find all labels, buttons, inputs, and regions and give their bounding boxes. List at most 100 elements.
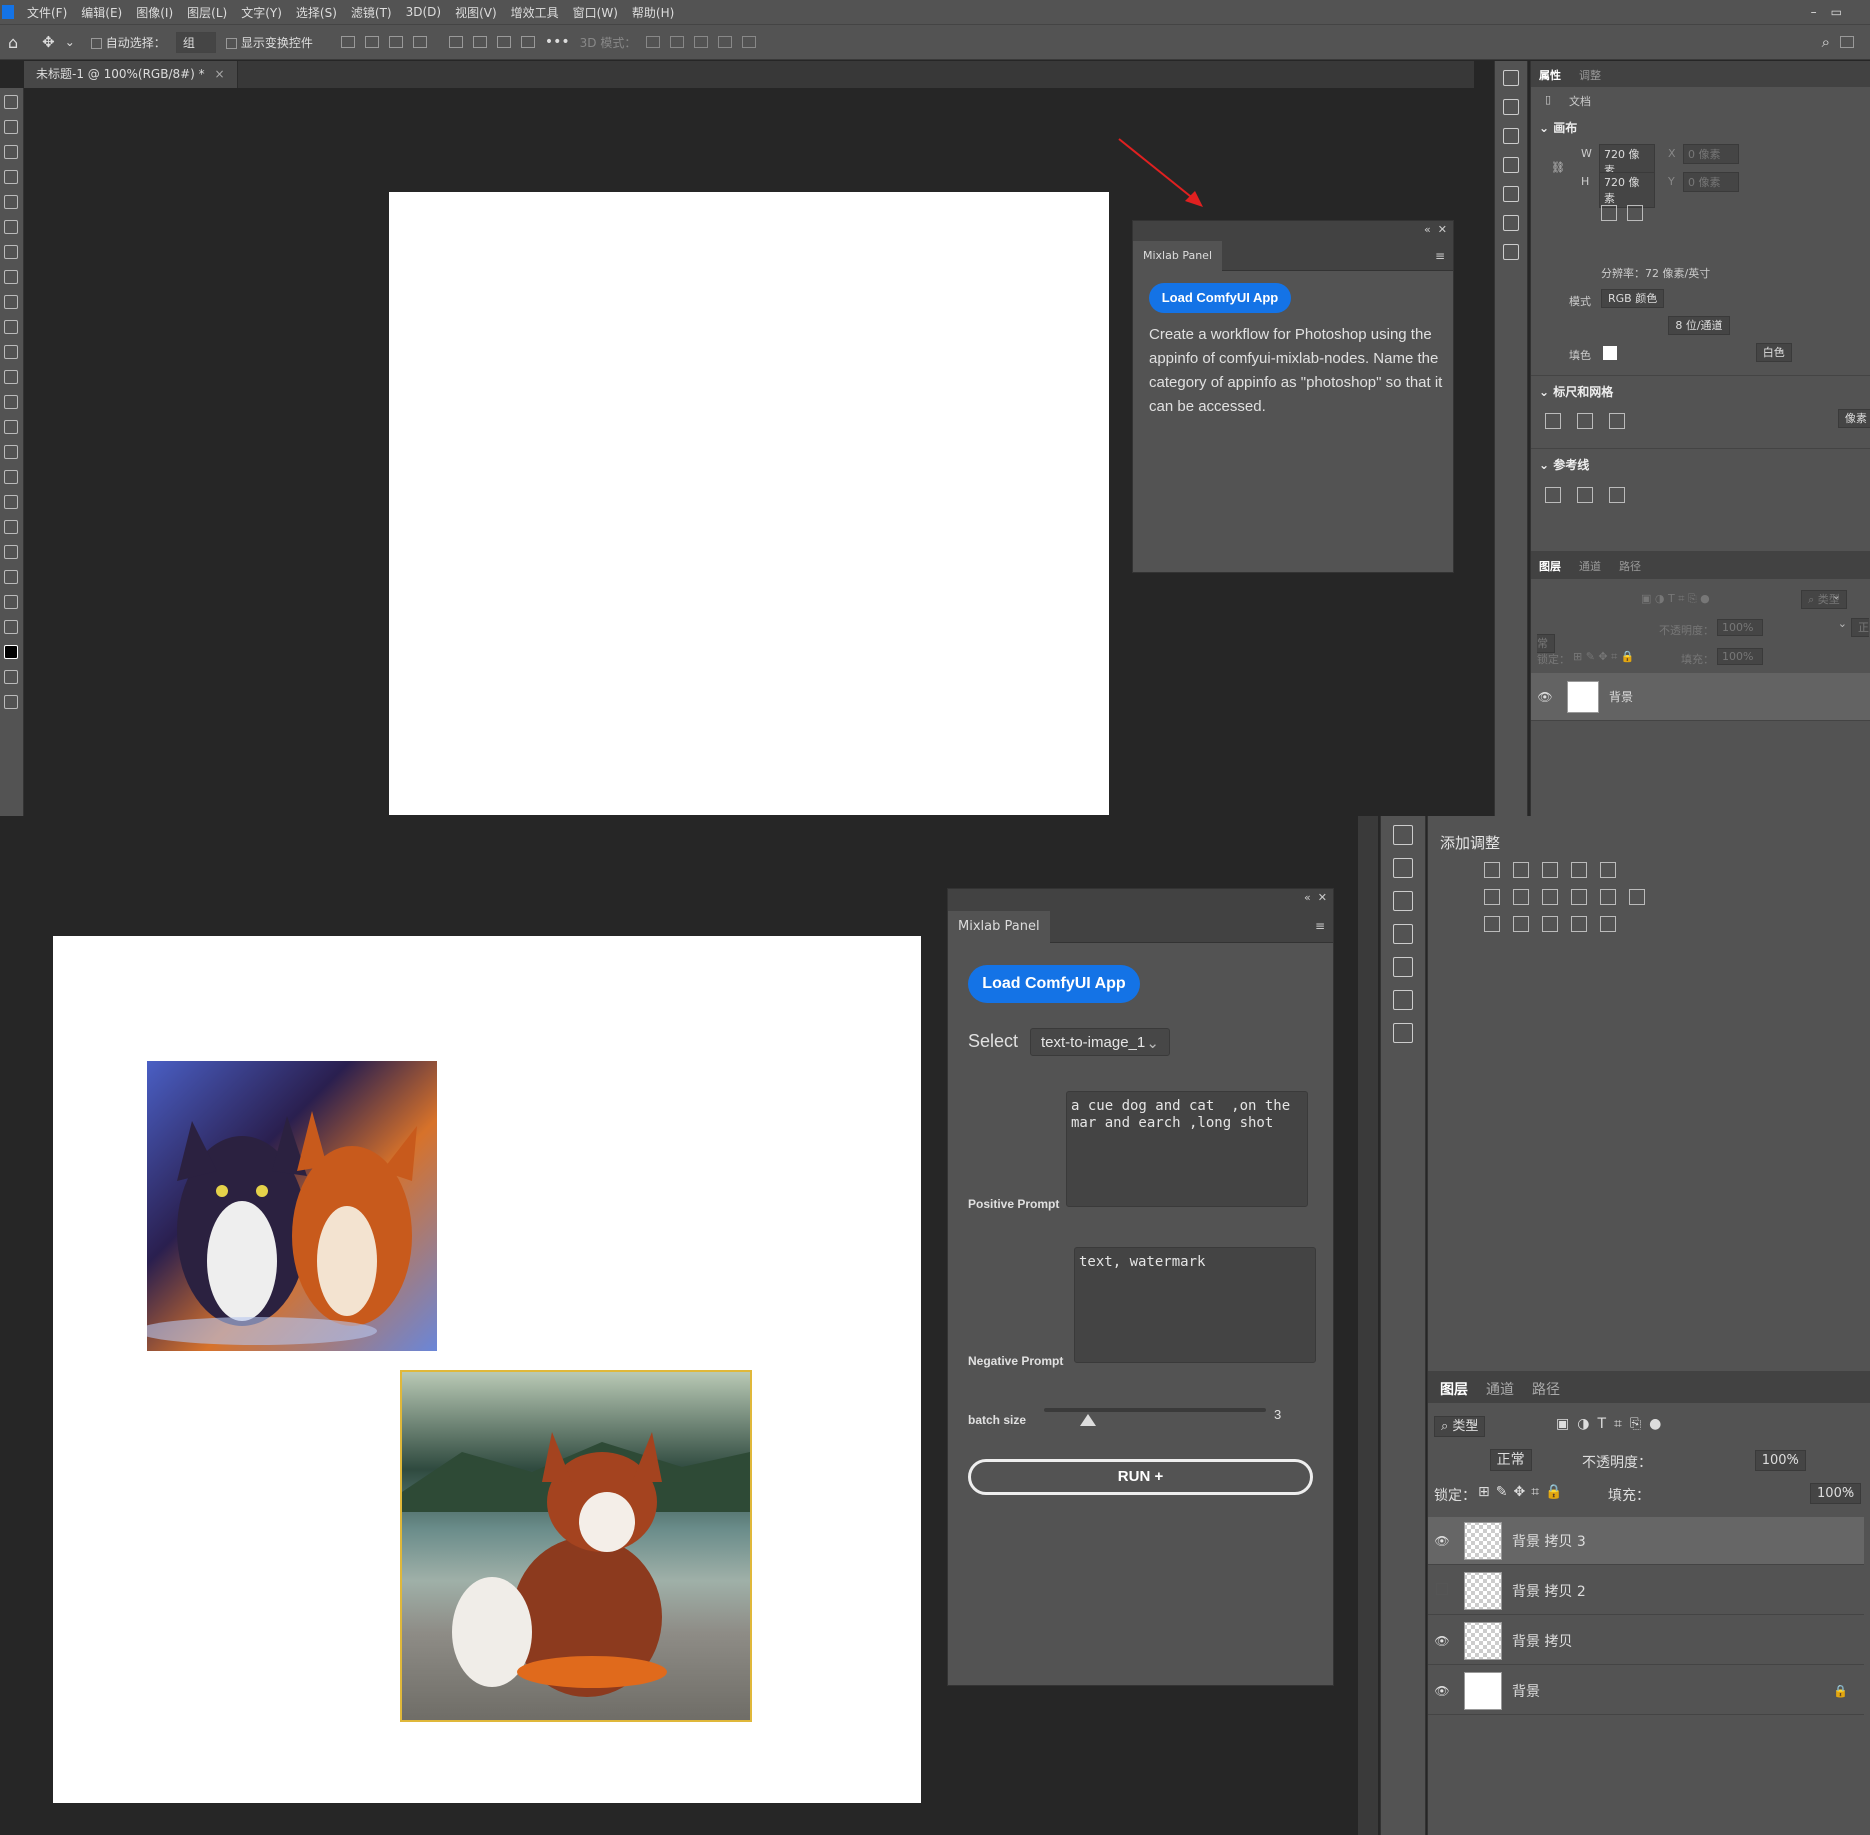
layer-row[interactable]: 👁 背景 🔒: [1428, 1667, 1864, 1715]
guides-grid-icon[interactable]: [1577, 487, 1593, 503]
collapse-close-icon[interactable]: « ✕: [1424, 223, 1447, 236]
shape-tool-icon[interactable]: [4, 545, 18, 559]
rulers-section-title[interactable]: ⌄ 标尺和网格: [1539, 383, 1613, 400]
tab-properties[interactable]: 属性: [1539, 67, 1561, 83]
layer-filter-dropdown[interactable]: ⌕ 类型: [1801, 590, 1847, 609]
workspace-icon[interactable]: [1840, 36, 1854, 48]
tab-channels[interactable]: 通道: [1486, 1379, 1514, 1399]
distribute-icon[interactable]: [412, 36, 427, 48]
brush-tool-icon[interactable]: [4, 295, 18, 309]
document-canvas[interactable]: [389, 192, 1109, 815]
home-icon[interactable]: ⌂: [8, 33, 18, 52]
batch-size-slider-thumb[interactable]: [1080, 1414, 1097, 1426]
eye-icon[interactable]: 👁: [1428, 1684, 1456, 1698]
eye-icon[interactable]: 👁: [1428, 1534, 1456, 1548]
bits-dropdown[interactable]: 8 位/通道: [1668, 316, 1730, 335]
menu-3d[interactable]: 3D(D): [399, 5, 448, 19]
screen-mode-icon[interactable]: [4, 695, 18, 709]
document-tab[interactable]: 未标题-1 @ 100%(RGB/8#) * ×: [24, 61, 238, 88]
3d-cube-icon[interactable]: [1503, 215, 1519, 231]
magic-wand-tool-icon[interactable]: [4, 170, 18, 184]
crop-tool-icon[interactable]: [4, 195, 18, 209]
eye-icon[interactable]: 👁: [1428, 1634, 1456, 1648]
generated-image-cats[interactable]: [137, 1061, 437, 1351]
menu-layer[interactable]: 图层(L): [180, 4, 234, 21]
layer-row[interactable]: 👁 背景 拷贝: [1428, 1617, 1864, 1665]
zoom-tool-icon[interactable]: [4, 595, 18, 609]
tab-paths[interactable]: 路径: [1619, 558, 1641, 574]
align-left-icon[interactable]: [340, 36, 355, 48]
photo-filter-icon[interactable]: [1571, 889, 1587, 905]
3d-slide-icon[interactable]: [718, 36, 733, 48]
stamp-tool-icon[interactable]: [4, 320, 18, 334]
lock-icons[interactable]: ⊞✎✥⌗🔒: [1478, 1484, 1569, 1500]
menu-edit[interactable]: 编辑(E): [74, 4, 129, 21]
edit-toolbar-icon[interactable]: [4, 620, 18, 634]
3d-roll-icon[interactable]: [670, 36, 685, 48]
levels-icon[interactable]: [1513, 862, 1529, 878]
menu-select[interactable]: 选择(S): [289, 4, 344, 21]
fill-dropdown[interactable]: 白色: [1755, 343, 1792, 362]
grid-icon[interactable]: [1577, 413, 1593, 429]
hue-saturation-icon[interactable]: [1484, 889, 1500, 905]
marquee-tool-icon[interactable]: [4, 120, 18, 134]
layer-row[interactable]: 👁 背景: [1531, 673, 1870, 721]
path-select-tool-icon[interactable]: [4, 520, 18, 534]
layer-filter-icons[interactable]: ▣ ◑ T ⌗ ⎘ ●: [1641, 592, 1710, 606]
menu-window[interactable]: 窗口(W): [566, 4, 625, 21]
mode-dropdown[interactable]: RGB 颜色: [1601, 289, 1665, 308]
lock-icons[interactable]: ⊞ ✎ ✥ ⌗ 🔒: [1573, 650, 1635, 664]
menu-file[interactable]: 文件(F): [20, 4, 74, 21]
batch-size-slider[interactable]: [1044, 1408, 1266, 1426]
load-comfyui-app-button[interactable]: Load ComfyUI App: [1149, 283, 1291, 313]
tool-presets-icon[interactable]: [1393, 891, 1413, 911]
align-top-icon[interactable]: [448, 36, 463, 48]
paint-bucket-tool-icon[interactable]: [4, 395, 18, 409]
posterize-icon[interactable]: [1513, 916, 1529, 932]
canvas-section-title[interactable]: ⌄ 画布: [1539, 119, 1577, 136]
character-icon[interactable]: [1393, 924, 1413, 944]
load-comfyui-app-button[interactable]: Load ComfyUI App: [968, 965, 1140, 1003]
run-button[interactable]: RUN +: [968, 1459, 1313, 1495]
layer-row[interactable]: 👁 背景 拷贝 3: [1428, 1517, 1864, 1565]
fill-opacity-field[interactable]: 100%: [1810, 1483, 1862, 1504]
ruler-icon[interactable]: [1545, 413, 1561, 429]
opacity-field[interactable]: 100%: [1754, 1450, 1806, 1471]
healing-brush-tool-icon[interactable]: [4, 270, 18, 284]
menu-view[interactable]: 视图(V): [448, 4, 504, 21]
channel-mixer-icon[interactable]: [1600, 889, 1616, 905]
mixlab-panel-tab[interactable]: Mixlab Panel: [948, 911, 1050, 943]
align-middle-icon[interactable]: [472, 36, 487, 48]
color-balance-icon[interactable]: [1513, 889, 1529, 905]
vertical-scrollbar[interactable]: [1358, 816, 1378, 1835]
frame-tool-icon[interactable]: [4, 220, 18, 234]
tab-channels[interactable]: 通道: [1579, 558, 1601, 574]
eye-icon[interactable]: 👁: [1531, 690, 1559, 704]
lasso-tool-icon[interactable]: [4, 145, 18, 159]
move-tool-icon[interactable]: ✥: [42, 33, 55, 51]
negative-prompt-input[interactable]: text, watermark: [1074, 1247, 1316, 1363]
3d-cube-icon[interactable]: [1393, 990, 1413, 1010]
layer-filter-dropdown[interactable]: ⌕ 类型: [1434, 1416, 1486, 1437]
tool-preset-chevron-icon[interactable]: ⌄: [65, 35, 75, 49]
play-actions-icon[interactable]: [1393, 858, 1413, 878]
history-brush-tool-icon[interactable]: [4, 345, 18, 359]
eraser-tool-icon[interactable]: [4, 370, 18, 384]
search-icon[interactable]: ⌕: [1822, 33, 1830, 51]
collapse-close-icon[interactable]: « ✕: [1304, 891, 1327, 904]
close-icon[interactable]: ×: [215, 67, 225, 81]
paragraph-icon[interactable]: [1393, 957, 1413, 977]
type-tool-icon[interactable]: [4, 495, 18, 509]
gradient-map-icon[interactable]: [1600, 916, 1616, 932]
panel-menu-icon[interactable]: ≡: [1435, 249, 1445, 263]
history-icon[interactable]: [1503, 70, 1519, 86]
guides-new-icon[interactable]: [1609, 487, 1625, 503]
color-lookup-icon[interactable]: [1629, 889, 1645, 905]
mixlab-plugin-icon[interactable]: [1503, 244, 1519, 260]
window-controls-icon[interactable]: –▭: [1811, 5, 1856, 19]
guides-section-title[interactable]: ⌄ 参考线: [1539, 456, 1589, 473]
quick-mask-icon[interactable]: [4, 670, 18, 684]
paragraph-icon[interactable]: [1503, 186, 1519, 202]
menu-plugins[interactable]: 增效工具: [504, 4, 566, 21]
menu-type[interactable]: 文字(Y): [234, 4, 289, 21]
